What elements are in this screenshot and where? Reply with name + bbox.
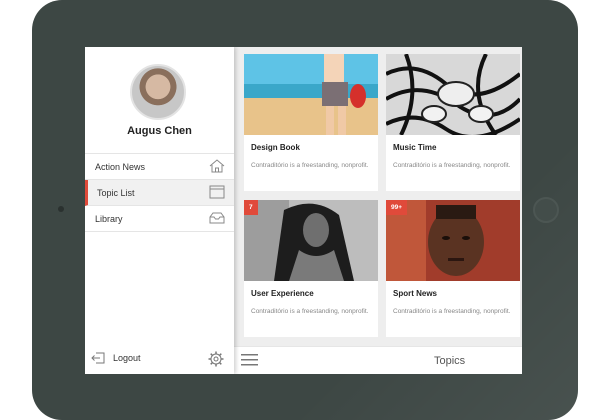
sidebar: Augus Chen Action News Topic List Librar… <box>85 47 234 374</box>
sidebar-menu: Action News Topic List Library <box>85 153 234 232</box>
sidebar-item-topic-list[interactable]: Topic List <box>85 180 234 206</box>
sidebar-item-label: Action News <box>95 161 146 172</box>
sidebar-item-label: Topic List <box>97 187 135 198</box>
card-description: Contraditório is a freestanding, nonprof… <box>251 308 369 315</box>
sidebar-item-library[interactable]: Library <box>85 206 234 232</box>
page-title: Topics <box>434 355 466 367</box>
bottom-bar: Topics <box>234 346 522 374</box>
app-screen: Design Book Contraditório is a freestand… <box>85 47 522 374</box>
card-title: Music Time <box>393 143 437 152</box>
card-description: Contraditório is a freestanding, nonprof… <box>393 308 511 315</box>
count-badge: 99+ <box>386 200 408 215</box>
card-image <box>244 54 378 135</box>
card-title: User Experience <box>251 289 314 298</box>
camera-dot <box>58 206 64 212</box>
inbox-icon <box>209 212 225 224</box>
card-title: Sport News <box>393 289 438 298</box>
user-name: Augus Chen <box>127 125 192 137</box>
card-design-book[interactable]: Design Book Contraditório is a freestand… <box>244 54 378 191</box>
logout-label: Logout <box>113 353 141 363</box>
window-icon <box>209 185 225 199</box>
card-sport-news[interactable]: 99+ Sport News Contraditório is a freest… <box>386 200 520 337</box>
card-description: Contraditório is a freestanding, nonprof… <box>393 162 511 169</box>
card-description: Contraditório is a freestanding, nonprof… <box>251 162 369 169</box>
logout-button[interactable]: Logout <box>91 352 141 364</box>
home-icon <box>209 159 225 173</box>
logout-icon <box>91 352 105 364</box>
sidebar-item-action-news[interactable]: Action News <box>85 154 234 180</box>
count-badge: 7 <box>244 200 258 215</box>
card-user-experience[interactable]: 7 User Experience Contraditório is a fre… <box>244 200 378 337</box>
card-image <box>386 54 520 135</box>
gear-icon[interactable] <box>208 351 224 367</box>
card-image <box>244 200 378 281</box>
card-music-time[interactable]: Music Time Contraditório is a freestandi… <box>386 54 520 191</box>
avatar[interactable] <box>130 64 186 120</box>
card-title: Design Book <box>251 143 300 152</box>
hamburger-icon[interactable] <box>241 354 258 366</box>
home-button[interactable] <box>533 197 559 223</box>
sidebar-item-label: Library <box>95 213 123 224</box>
